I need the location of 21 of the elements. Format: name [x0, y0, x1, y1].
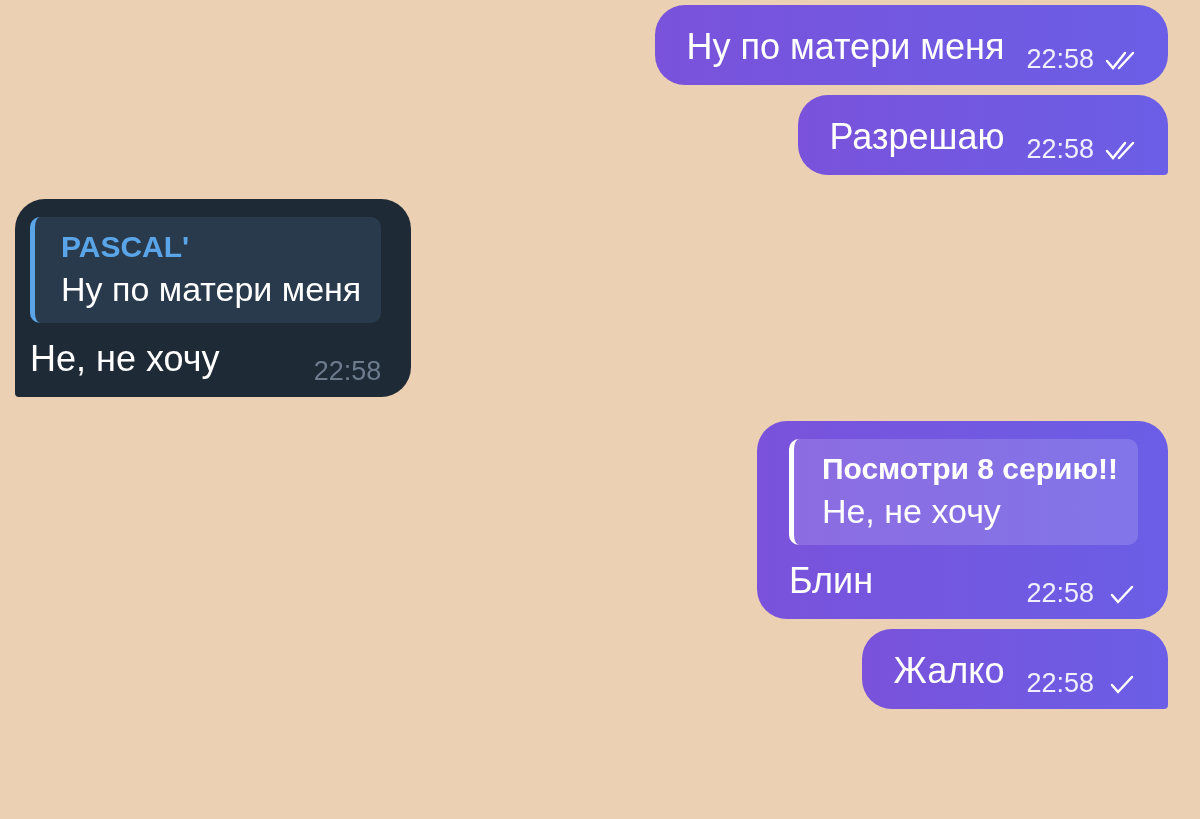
message-bubble[interactable]: Посмотри 8 серию!! Не, не хочу Блин 22:58 — [756, 421, 1168, 619]
reply-author: PASCAL' — [61, 229, 191, 265]
message-bubble[interactable]: Ну по матери меня 22:58 — [654, 5, 1168, 85]
message-text: Ну по матери меня — [686, 25, 1005, 69]
message-text: Разрешаю — [829, 115, 1005, 159]
message-text: Блин — [788, 559, 875, 603]
reply-quote[interactable]: Посмотри 8 серию!! Не, не хочу — [788, 439, 1138, 545]
message-bubble[interactable]: Жалко 22:58 — [861, 629, 1168, 709]
message-time: 22:58 — [1026, 134, 1094, 165]
message-time: 22:58 — [313, 356, 382, 387]
reply-text: Не, не хочу — [821, 491, 1002, 532]
message-text: Жалко — [893, 649, 1005, 693]
message-time: 22:58 — [1026, 44, 1094, 75]
message-time: 22:58 — [1026, 668, 1094, 699]
message-bubble[interactable]: PASCAL' Ну по матери меня Не, не хочу 22:58 — [15, 199, 412, 397]
reply-text: Ну по матери меня — [61, 269, 362, 310]
reply-quote[interactable]: PASCAL' Ну по матери меня — [30, 217, 382, 323]
message-time: 22:58 — [1026, 578, 1094, 609]
message-text: Не, не хочу — [30, 337, 221, 381]
reply-author: Посмотри 8 серию!! — [821, 451, 1118, 487]
message-bubble[interactable]: Разрешаю 22:58 — [797, 95, 1168, 175]
